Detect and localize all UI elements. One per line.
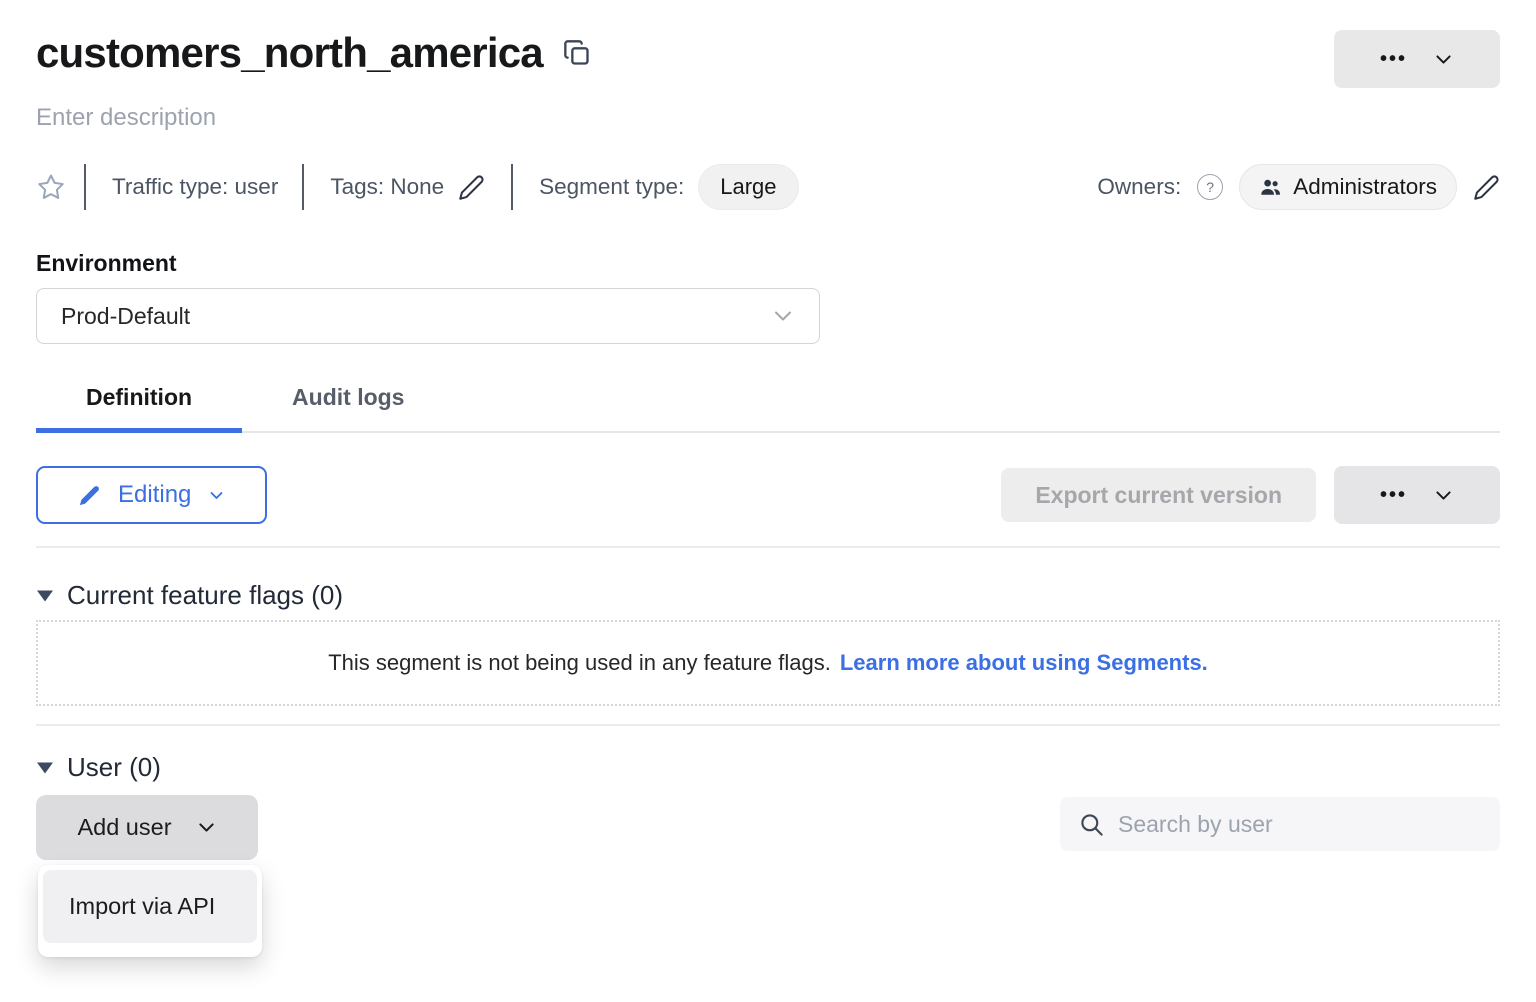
pencil-icon — [78, 484, 101, 507]
search-box — [1060, 797, 1500, 851]
chevron-down-icon — [1433, 49, 1454, 70]
segment-detail-page: customers_north_america ••• Enter descri… — [0, 0, 1536, 1002]
ellipsis-icon: ••• — [1380, 485, 1407, 505]
chevron-down-icon — [1433, 485, 1454, 506]
description-placeholder[interactable]: Enter description — [36, 104, 216, 132]
empty-state-text: This segment is not being used in any fe… — [328, 650, 831, 676]
feature-flags-section-toggle[interactable]: Current feature flags (0) — [36, 580, 343, 611]
feature-flags-empty-state: This segment is not being used in any fe… — [36, 620, 1500, 706]
menu-item-import-via-api[interactable]: Import via API — [43, 870, 257, 943]
owners-group: Owners: ? Administrators — [1097, 164, 1500, 210]
toolbar-right: Export current version ••• — [1001, 466, 1500, 524]
owners-label: Owners: — [1097, 174, 1181, 200]
users-icon — [1259, 176, 1282, 199]
segment-type-group: Segment type: Large — [539, 164, 798, 210]
tags-label: Tags: None — [330, 174, 444, 200]
search-by-user-input[interactable] — [1118, 811, 1482, 838]
divider — [84, 164, 86, 210]
chevron-down-icon — [771, 304, 795, 328]
export-current-version-button[interactable]: Export current version — [1001, 468, 1316, 522]
editing-status-button[interactable]: Editing — [36, 466, 267, 524]
title-wrap: customers_north_america — [36, 30, 591, 76]
meta-row: Traffic type: user Tags: None Segment ty… — [36, 162, 1500, 212]
favorite-star-button[interactable] — [36, 172, 66, 202]
add-user-dropdown-menu: Import via API — [38, 865, 262, 957]
pencil-icon — [1473, 174, 1500, 201]
feature-flags-heading: Current feature flags (0) — [67, 580, 343, 611]
segment-type-badge: Large — [698, 164, 798, 210]
search-icon — [1078, 811, 1105, 838]
edit-owners-button[interactable] — [1473, 174, 1500, 201]
add-user-button[interactable]: Add user — [36, 795, 258, 860]
star-icon — [36, 172, 66, 202]
pencil-icon — [458, 174, 485, 201]
chevron-down-icon — [208, 487, 225, 504]
segment-type-label: Segment type: — [539, 174, 684, 200]
ellipsis-icon: ••• — [1380, 49, 1407, 69]
add-user-label: Add user — [77, 814, 171, 841]
copy-icon — [563, 39, 591, 67]
environment-select[interactable]: Prod-Default — [36, 288, 820, 344]
add-user-wrap: Add user Import via API — [36, 795, 258, 860]
traffic-type-label: Traffic type: user — [112, 174, 278, 200]
user-heading: User (0) — [67, 752, 161, 783]
chevron-down-icon — [196, 817, 217, 838]
section-divider — [36, 546, 1500, 548]
caret-down-icon — [36, 761, 54, 775]
editing-label: Editing — [118, 481, 191, 509]
environment-selected-value: Prod-Default — [61, 303, 190, 330]
learn-more-link[interactable]: Learn more about using Segments. — [840, 650, 1208, 676]
owners-help-icon[interactable]: ? — [1197, 174, 1223, 200]
edit-tags-button[interactable] — [458, 174, 485, 201]
tags-group: Tags: None — [330, 174, 485, 201]
header: customers_north_america ••• — [36, 30, 1500, 88]
header-more-button[interactable]: ••• — [1334, 30, 1500, 88]
section-divider — [36, 724, 1500, 726]
environment-label: Environment — [36, 250, 1500, 277]
tab-definition[interactable]: Definition — [36, 384, 242, 431]
user-section-toggle[interactable]: User (0) — [36, 752, 161, 783]
user-row: Add user Import via API — [36, 795, 1500, 860]
owners-value: Administrators — [1293, 174, 1437, 200]
tab-bar: Definition Audit logs — [36, 384, 1500, 433]
toolbar-more-button[interactable]: ••• — [1334, 466, 1500, 524]
owners-badge: Administrators — [1239, 164, 1457, 210]
divider — [511, 164, 513, 210]
caret-down-icon — [36, 589, 54, 603]
tab-audit-logs[interactable]: Audit logs — [242, 384, 454, 431]
page-title: customers_north_america — [36, 30, 543, 76]
toolbar: Editing Export current version ••• — [36, 466, 1500, 524]
copy-name-button[interactable] — [563, 39, 591, 67]
divider — [302, 164, 304, 210]
